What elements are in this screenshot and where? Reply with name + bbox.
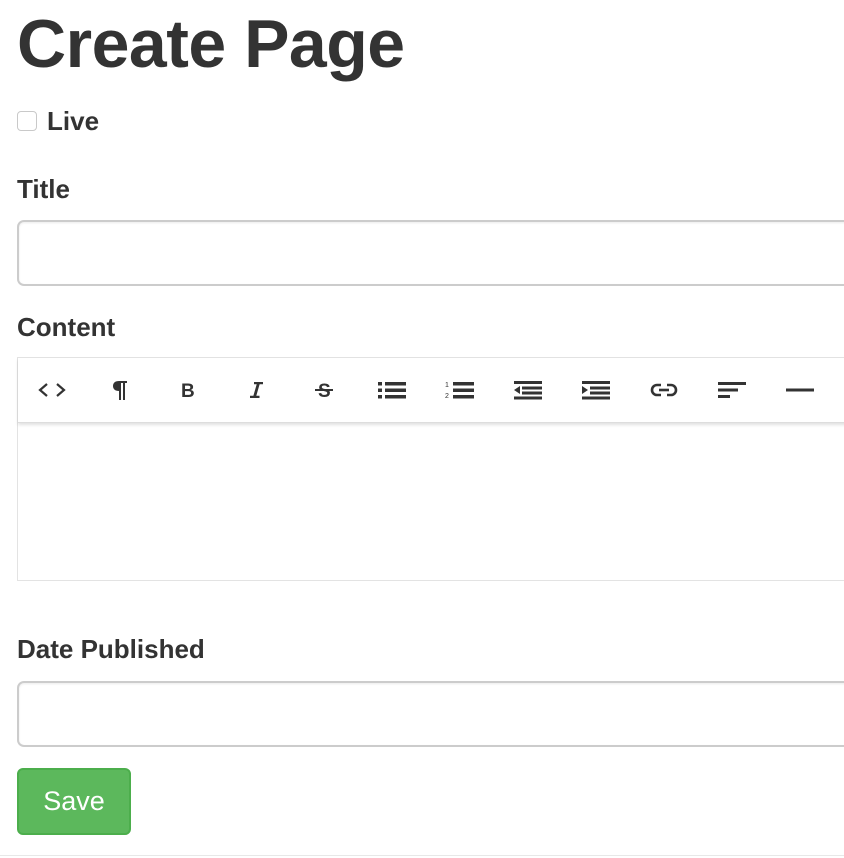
strikethrough-button[interactable]: S	[296, 358, 352, 422]
paragraph-button[interactable]	[92, 358, 148, 422]
date-published-input[interactable]	[17, 681, 844, 747]
unordered-list-icon	[378, 382, 406, 399]
save-button[interactable]: Save	[17, 768, 131, 835]
bold-icon: B	[181, 381, 195, 401]
align-button[interactable]	[704, 358, 760, 422]
italic-icon	[250, 382, 263, 398]
svg-text:B: B	[181, 381, 195, 401]
bottom-divider	[0, 855, 844, 856]
bullet-list-button[interactable]	[364, 358, 420, 422]
ordered-list-icon: 1 2	[445, 382, 474, 400]
horizontal-rule-icon	[786, 388, 814, 392]
svg-text:1: 1	[445, 382, 449, 389]
live-checkbox-row[interactable]: Live	[17, 106, 99, 136]
italic-button[interactable]	[228, 358, 284, 422]
code-view-button[interactable]	[24, 358, 80, 422]
pilcrow-icon	[113, 381, 127, 400]
strikethrough-icon: S	[315, 381, 333, 401]
content-editor-body[interactable]	[18, 424, 844, 580]
live-checkbox[interactable]	[17, 111, 37, 131]
content-editor: B S	[17, 357, 844, 581]
indent-button[interactable]	[568, 358, 624, 422]
svg-text:2: 2	[445, 393, 449, 400]
date-published-label: Date Published	[17, 634, 205, 664]
outdent-icon	[514, 381, 542, 400]
indent-icon	[582, 381, 610, 400]
editor-toolbar: B S	[18, 358, 844, 423]
create-page-form: Create Page Live Title Content B 1 2 Dat…	[0, 0, 844, 858]
horizontal-rule-button[interactable]	[772, 358, 828, 422]
title-input[interactable]	[17, 220, 844, 286]
live-label: Live	[47, 105, 100, 136]
content-label: Content	[17, 312, 116, 342]
numbered-list-button[interactable]: 1 2	[432, 358, 488, 422]
code-icon	[38, 383, 66, 397]
title-label: Title	[17, 174, 70, 204]
link-button[interactable]	[636, 358, 692, 422]
outdent-button[interactable]	[500, 358, 556, 422]
bold-button[interactable]: B	[160, 358, 216, 422]
align-left-icon	[718, 382, 746, 398]
page-title: Create Page	[17, 6, 405, 82]
link-icon	[650, 383, 678, 397]
